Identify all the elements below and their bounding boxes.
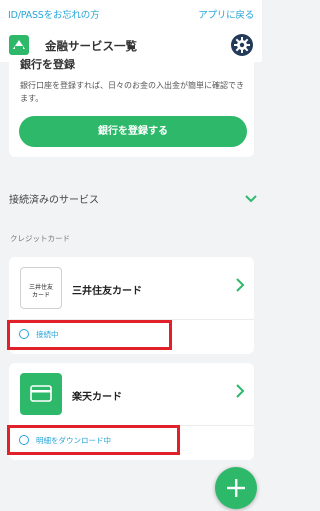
bank-register-card: 銀行を登録 銀行口座を登録すれば、日々のお金の入出金が簡単に確認できます。 銀行… xyxy=(9,58,254,157)
chevron-right-icon[interactable] xyxy=(234,277,246,293)
credit-card-icon xyxy=(30,385,52,402)
add-service-button[interactable] xyxy=(215,467,257,509)
settings-button[interactable] xyxy=(231,34,253,56)
service-name: 楽天カード xyxy=(72,392,122,403)
bank-register-description: 銀行口座を登録すれば、日々のお金の入出金が簡単に確認できます。 xyxy=(20,81,244,103)
forgot-id-pass-link[interactable]: ID/PASSをお忘れの方 xyxy=(8,7,100,21)
bank-register-heading: 銀行を登録 xyxy=(20,58,75,71)
highlight-box xyxy=(7,425,180,455)
register-bank-button[interactable]: 銀行を登録する xyxy=(19,116,247,147)
chevron-right-icon[interactable] xyxy=(234,383,246,399)
top-bar: ID/PASSをお忘れの方 アプリに戻る xyxy=(0,0,262,28)
back-to-app-link[interactable]: アプリに戻る xyxy=(198,7,254,21)
page-title: 金融サービス一覧 xyxy=(45,39,137,53)
smbc-card-logo: 三井住友 カード xyxy=(20,267,62,309)
chevron-down-icon xyxy=(245,195,257,203)
app-logo-icon xyxy=(9,35,29,55)
connected-services-toggle[interactable]: 接続済みのサービス xyxy=(0,184,262,212)
rakuten-card-logo xyxy=(20,373,62,415)
credit-card-section-label: クレジットカード xyxy=(10,234,70,243)
service-name: 三井住友カード xyxy=(72,286,142,297)
gear-icon xyxy=(234,37,250,53)
highlight-box xyxy=(7,320,172,350)
connected-services-label: 接続済みのサービス xyxy=(9,195,99,206)
plus-icon xyxy=(227,479,245,497)
